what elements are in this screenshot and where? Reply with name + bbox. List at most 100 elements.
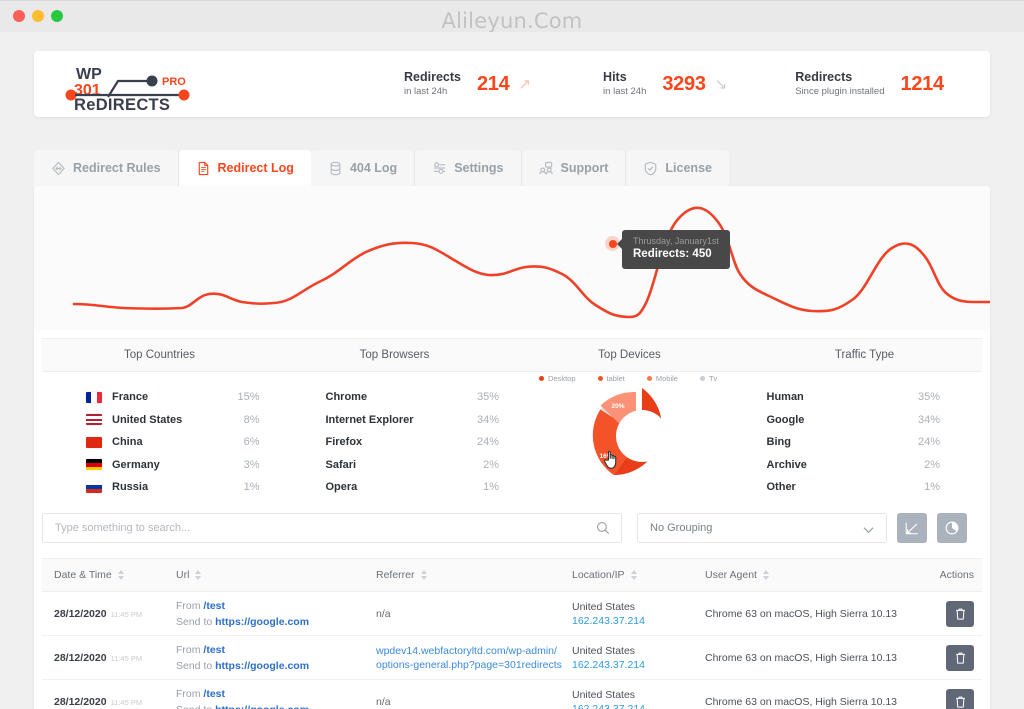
cell-date-time: 28/12/202011:45 PM: [42, 652, 176, 664]
tab-license[interactable]: License: [626, 150, 729, 186]
country-pct: 1%: [244, 481, 260, 493]
country-name: China: [112, 436, 143, 448]
stat-redirects-24h: Redirects in last 24h 214 ↗: [404, 51, 541, 117]
row-ip[interactable]: 162.243.37.214: [572, 658, 705, 672]
tab-404-log[interactable]: 404 Log: [311, 150, 415, 186]
tab-label: Redirect Rules: [73, 161, 161, 175]
stat-title: Redirects: [404, 70, 461, 85]
traffic-pct: 24%: [918, 436, 940, 448]
traffic-name: Bing: [767, 436, 791, 448]
pie-chart-toggle-button[interactable]: [937, 513, 967, 543]
table-row[interactable]: 28/12/202011:45 PM From /test Send to ht…: [42, 680, 982, 709]
tooltip-value: Redirects: 450: [633, 247, 719, 262]
sort-icon[interactable]: [195, 570, 201, 580]
row-country: United States: [572, 644, 705, 658]
donut-legend: Desktop tablet Mobile Tv: [539, 374, 774, 383]
tab-label: License: [665, 161, 712, 175]
delete-row-button[interactable]: [946, 645, 974, 671]
list-item: Germany 3%: [86, 454, 260, 477]
column-label: User Agent: [705, 569, 757, 581]
country-pct: 3%: [244, 459, 260, 471]
legend-label: Mobile: [656, 374, 678, 383]
line-chart-toggle-button[interactable]: [897, 513, 927, 543]
to-url[interactable]: https://google.com: [215, 704, 309, 709]
row-date: 28/12/2020: [54, 652, 107, 664]
tab-label: Support: [561, 161, 609, 175]
page-body: WP 301 PRO ReDIRECTS Redirects in last 2…: [0, 32, 1024, 709]
tooltip-date: Thrusday, January1st: [633, 235, 719, 247]
svg-text:PRO: PRO: [162, 76, 186, 88]
flag-france-icon: [86, 392, 102, 403]
row-ip[interactable]: 162.243.37.214: [572, 702, 705, 709]
search-input[interactable]: [43, 514, 621, 542]
list-item: Opera 1%: [326, 476, 500, 499]
row-ip[interactable]: 162.243.37.214: [572, 614, 705, 628]
stat-title: Redirects: [795, 70, 884, 85]
from-label: From: [176, 644, 201, 656]
browser-name: Safari: [326, 459, 357, 471]
cell-location-ip: United States 162.243.37.214: [572, 600, 705, 628]
browser-name: Internet Explorer: [326, 414, 414, 426]
redirects-line-chart[interactable]: Thrusday, January1st Redirects: 450: [34, 186, 990, 330]
legend-label: tablet: [607, 374, 625, 383]
svg-text:ReDIRECTS: ReDIRECTS: [74, 96, 170, 111]
list-item: United States 8%: [86, 409, 260, 432]
column-label: Date & Time: [54, 569, 112, 581]
table-row[interactable]: 28/12/202011:45 PM From /test Send to ht…: [42, 592, 982, 636]
tab-label: 404 Log: [350, 161, 397, 175]
from-url[interactable]: /test: [203, 688, 225, 700]
delete-row-button[interactable]: [946, 601, 974, 627]
column-header-referrer[interactable]: Referrer: [376, 569, 572, 581]
tab-support[interactable]: Support: [522, 150, 627, 186]
browser-pct: 24%: [477, 436, 499, 448]
top-countries-list: France 15% United States 8% China 6%: [42, 372, 294, 502]
cell-user-agent: Chrome 63 on macOS, High Sierra 10.13: [705, 696, 920, 708]
to-url[interactable]: https://google.com: [215, 660, 309, 672]
list-item: Firefox 24%: [326, 431, 500, 454]
row-time: 11:45 PM: [111, 610, 143, 619]
delete-row-button[interactable]: [946, 689, 974, 709]
search-icon[interactable]: [596, 521, 610, 540]
to-label: Send to: [176, 616, 212, 628]
sort-icon[interactable]: [631, 570, 637, 580]
from-url[interactable]: /test: [203, 600, 225, 612]
referrer-link[interactable]: wpdev14.webfactoryltd.com/wp-admin/optio…: [376, 644, 562, 672]
stat-hits-24h: Hits in last 24h 3293 ↘: [603, 51, 737, 117]
cell-url: From /test Send to https://google.com: [176, 598, 376, 630]
traffic-pct: 1%: [924, 481, 940, 493]
column-header-location-ip[interactable]: Location/IP: [572, 569, 705, 581]
tab-redirect-rules[interactable]: Redirect Rules: [34, 150, 179, 186]
to-url[interactable]: https://google.com: [215, 616, 309, 628]
search-field-wrapper[interactable]: [42, 513, 622, 543]
sort-icon[interactable]: [763, 570, 769, 580]
tab-settings[interactable]: Settings: [415, 150, 521, 186]
list-item: Bing 24%: [767, 431, 941, 454]
column-header-date-time[interactable]: Date & Time: [42, 569, 176, 581]
tab-label: Redirect Log: [218, 161, 294, 175]
sort-icon[interactable]: [421, 570, 427, 580]
table-row[interactable]: 28/12/202011:45 PM From /test Send to ht…: [42, 636, 982, 680]
header-card: WP 301 PRO ReDIRECTS Redirects in last 2…: [34, 51, 990, 117]
tab-redirect-log[interactable]: Redirect Log: [179, 150, 311, 186]
sort-icon[interactable]: [118, 570, 124, 580]
from-url[interactable]: /test: [203, 644, 225, 656]
country-name: United States: [112, 414, 182, 426]
devices-donut[interactable]: 60% 20% 16% 4%: [582, 384, 702, 493]
column-header-actions: Actions: [920, 569, 982, 581]
column-header-url[interactable]: Url: [176, 569, 376, 581]
diamond-arrows-icon: [51, 161, 66, 176]
chart-tooltip: Thrusday, January1st Redirects: 450: [622, 230, 730, 269]
top-devices-chart[interactable]: Desktop tablet Mobile Tv: [531, 372, 705, 502]
stat-value: 3293: [662, 73, 705, 96]
traffic-type-list: Human 35% Google 34% Bing 24% Archive 2%: [705, 372, 983, 502]
flag-china-icon: [86, 437, 102, 448]
grouping-select[interactable]: No Grouping: [637, 513, 887, 543]
column-header-user-agent[interactable]: User Agent: [705, 569, 920, 581]
list-item: Chrome 35%: [326, 386, 500, 409]
stats-columns: France 15% United States 8% China 6%: [42, 372, 982, 502]
country-name: Germany: [112, 459, 160, 471]
svg-text:20%: 20%: [611, 403, 624, 410]
stat-value: 214: [477, 73, 509, 96]
svg-text:4%: 4%: [628, 474, 637, 480]
referrer-value: n/a: [376, 608, 391, 620]
